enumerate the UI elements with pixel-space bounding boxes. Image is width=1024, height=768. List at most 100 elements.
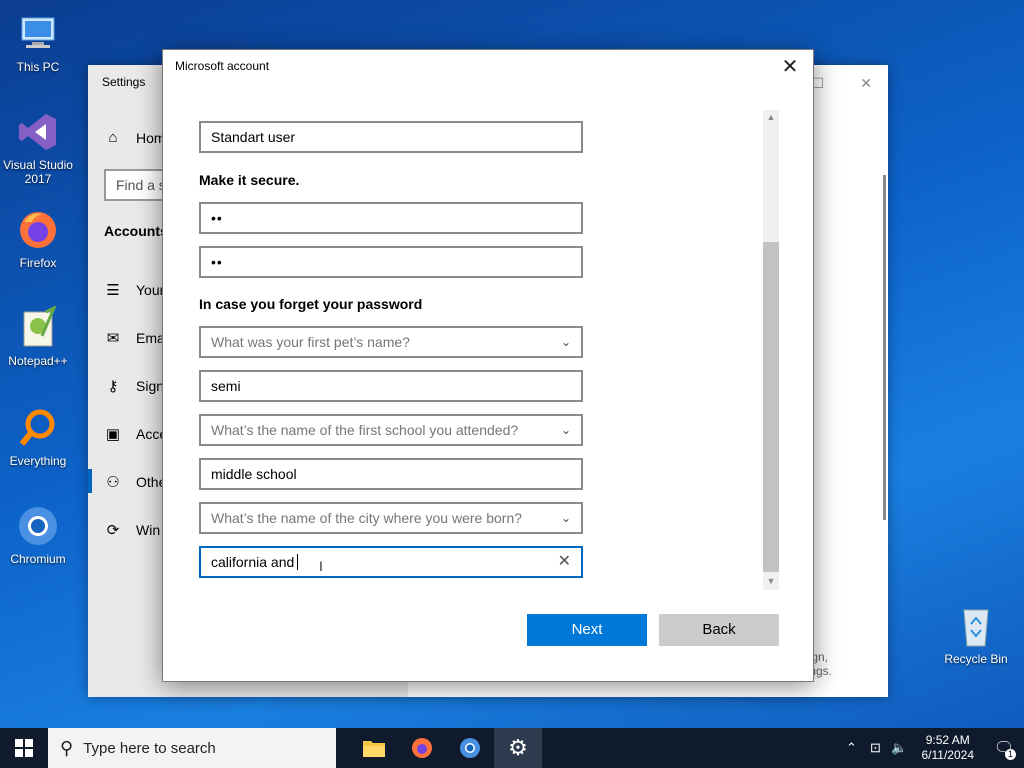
settings-section-heading: Accounts (104, 223, 168, 239)
folder-icon (363, 741, 385, 757)
password-mask: •• (211, 254, 223, 270)
settings-nav-label: Win (136, 522, 161, 538)
clock-time: 9:52 AM (925, 733, 970, 747)
input-value: california and (211, 554, 295, 570)
security-answer-1-input[interactable]: semi (199, 370, 583, 402)
notification-count-badge: 1 (1005, 749, 1016, 760)
search-placeholder: Type here to search (83, 739, 216, 757)
password-field[interactable]: •• (199, 202, 583, 234)
desktop-icon-recycle-bin[interactable]: Recycle Bin (936, 602, 1016, 666)
taskbar-chromium[interactable] (446, 728, 494, 768)
forgot-password-heading: In case you forget your password (199, 296, 423, 312)
desktop-icon-this-pc[interactable]: This PC (0, 10, 76, 74)
scroll-up-icon[interactable]: ▲ (763, 110, 779, 124)
security-answer-2-input[interactable]: middle school (199, 458, 583, 490)
ibeam-cursor-icon: I (319, 558, 323, 574)
desktop-icon-label: Recycle Bin (944, 652, 1008, 666)
settings-nav-other-users[interactable]: ⚇ Othe (104, 473, 166, 491)
text-caret (297, 554, 299, 570)
chromium-icon (460, 738, 480, 758)
desktop-icon-label: Notepad++ (8, 354, 68, 368)
scroll-down-icon[interactable]: ▼ (763, 574, 779, 588)
notepadpp-icon (14, 304, 62, 352)
input-value: middle school (211, 466, 297, 482)
desktop-icon-label: Firefox (19, 256, 57, 270)
clear-icon[interactable]: ✕ (558, 554, 571, 570)
everything-icon (14, 404, 62, 452)
settings-nav-label: Your (136, 282, 165, 298)
gear-icon: ⚙ (508, 735, 528, 760)
settings-nav-home[interactable]: ⌂ Hom (104, 129, 165, 146)
settings-nav-email[interactable]: ✉ Ema (104, 329, 165, 347)
add-person-icon: ⚇ (106, 474, 120, 491)
settings-nav-access[interactable]: ▣ Acce (104, 425, 167, 443)
home-icon: ⌂ (108, 129, 118, 146)
chevron-up-icon[interactable]: ⌃ (840, 740, 864, 756)
dialog-scrollbar-thumb[interactable] (763, 242, 779, 572)
settings-nav-sync[interactable]: ⟳ Win (104, 521, 160, 539)
settings-scrollbar[interactable] (883, 175, 886, 520)
desktop-icon-notepadpp[interactable]: Notepad++ (0, 304, 76, 368)
input-value: semi (211, 378, 241, 394)
network-icon[interactable]: ⊡ (864, 740, 888, 756)
volume-muted-icon[interactable]: 🔈 (888, 740, 912, 756)
microsoft-account-dialog: Microsoft account ✕ Standart user Make i… (162, 49, 814, 682)
desktop-icon-everything[interactable]: Everything (0, 404, 76, 468)
settings-window-controls: ☐ ✕ (812, 75, 872, 92)
settings-window-title: Settings (102, 75, 146, 89)
confirm-password-field[interactable]: •• (199, 246, 583, 278)
taskbar-settings[interactable]: ⚙ (494, 728, 542, 768)
settings-nav-label: Ema (136, 330, 165, 346)
desktop-icon-chromium[interactable]: Chromium (0, 502, 76, 566)
taskbar-file-explorer[interactable] (350, 728, 398, 768)
visual-studio-icon (14, 108, 62, 156)
next-button[interactable]: Next (527, 614, 647, 646)
clock-date: 6/11/2024 (921, 748, 975, 762)
select-value: What’s the name of the city where you we… (211, 510, 523, 526)
select-value: What was your first pet’s name? (211, 334, 410, 350)
desktop-icon-label: Everything (9, 454, 67, 468)
windows-logo-icon (15, 739, 33, 757)
person-list-icon: ☰ (106, 282, 120, 299)
key-icon: ⚷ (107, 378, 119, 395)
desktop-icon-label: This PC (16, 60, 60, 74)
security-question-2-select[interactable]: What’s the name of the first school you … (199, 414, 583, 446)
chevron-down-icon: ⌄ (560, 423, 571, 437)
clock[interactable]: 9:52 AM 6/11/2024 (912, 733, 985, 763)
close-icon[interactable]: ✕ (777, 54, 803, 80)
make-secure-heading: Make it secure. (199, 172, 300, 188)
account-type-field[interactable]: Standart user (199, 121, 583, 153)
system-tray: ⌃ ⊡ 🔈 9:52 AM 6/11/2024 🗨 1 (840, 728, 1024, 768)
close-icon[interactable]: ✕ (860, 75, 872, 92)
settings-nav-sign-in[interactable]: ⚷ Sign (104, 377, 165, 395)
settings-nav-your-info[interactable]: ☰ Your (104, 281, 164, 299)
taskbar-firefox[interactable] (398, 728, 446, 768)
security-answer-3-input[interactable]: california and I ✕ (199, 546, 583, 578)
dialog-title: Microsoft account (175, 59, 270, 73)
start-button[interactable] (0, 728, 48, 768)
firefox-icon (412, 738, 432, 758)
chevron-down-icon: ⌄ (560, 335, 571, 349)
chevron-down-icon: ⌄ (560, 511, 571, 525)
taskbar-search-box[interactable]: ⚲ Type here to search (48, 728, 336, 768)
select-value: What’s the name of the first school you … (211, 422, 519, 438)
back-button[interactable]: Back (659, 614, 779, 646)
password-mask: •• (211, 210, 223, 226)
desktop-icon-visual-studio[interactable]: Visual Studio 2017 (0, 108, 76, 186)
action-center-button[interactable]: 🗨 1 (984, 728, 1024, 768)
sync-icon: ⟳ (106, 522, 120, 539)
selection-indicator (88, 469, 92, 493)
recycle-bin-icon (952, 602, 1000, 650)
desktop-icon-firefox[interactable]: Firefox (0, 206, 76, 270)
firefox-icon (14, 206, 62, 254)
computer-icon (14, 10, 62, 58)
briefcase-icon: ▣ (105, 426, 121, 443)
security-question-1-select[interactable]: What was your first pet’s name? ⌄ (199, 326, 583, 358)
mail-icon: ✉ (106, 330, 120, 347)
desktop-icon-label: Visual Studio 2017 (3, 158, 73, 186)
account-type-value: Standart user (211, 129, 296, 145)
taskbar: ⚲ Type here to search ⚙ ⌃ ⊡ 🔈 9:52 AM 6/… (0, 728, 1024, 768)
security-question-3-select[interactable]: What’s the name of the city where you we… (199, 502, 583, 534)
settings-nav-label: Sign (136, 378, 165, 394)
chromium-icon (14, 502, 62, 550)
